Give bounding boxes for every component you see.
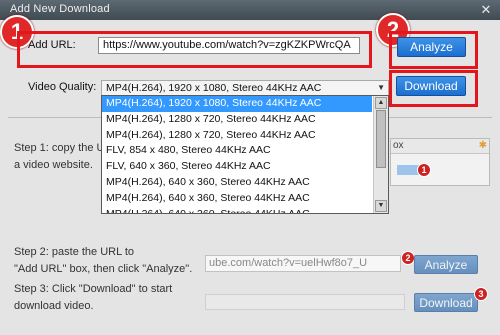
video-quality-dropdown-list[interactable]: MP4(H.264), 1920 x 1080, Stereo 44KHz AA… <box>101 95 389 214</box>
close-icon[interactable]: ✕ <box>478 2 494 17</box>
dropdown-option[interactable]: MP4(H.264), 640 x 360, Stereo 44KHz AAC <box>102 175 372 191</box>
illustration-badge-3: 3 <box>474 287 488 301</box>
title-bar: Add New Download ✕ <box>0 0 500 20</box>
illustration-browser-panel: ox ✱ 1 <box>390 138 490 186</box>
scrollbar-thumb[interactable] <box>376 110 386 168</box>
dropdown-option[interactable]: MP4(H.264), 640 x 360, Stereo 44KHz AAC <box>102 191 372 207</box>
step1-text: Step 1: copy the UR a video website. <box>14 140 112 174</box>
dropdown-option[interactable]: FLV, 640 x 360, Stereo 44KHz AAC <box>102 159 372 175</box>
dropdown-items: MP4(H.264), 1920 x 1080, Stereo 44KHz AA… <box>102 96 388 213</box>
dropdown-option[interactable]: MP4(H.264), 640 x 360, Stereo 44KHz AAC <box>102 207 372 213</box>
chevron-down-icon[interactable]: ▼ <box>377 81 385 95</box>
dropdown-option[interactable]: MP4(H.264), 1920 x 1080, Stereo 44KHz AA… <box>102 96 372 112</box>
dropdown-option[interactable]: FLV, 854 x 480, Stereo 44KHz AAC <box>102 143 372 159</box>
video-quality-selected: MP4(H.264), 1920 x 1080, Stereo 44KHz AA… <box>106 82 322 94</box>
illustration-quality-select <box>205 294 405 310</box>
illustration-panel-header-text: ox <box>393 140 404 151</box>
dropdown-option[interactable]: MP4(H.264), 1280 x 720, Stereo 44KHz AAC <box>102 112 372 128</box>
step2-line1: Step 2: paste the URL to <box>14 246 135 258</box>
add-url-label: Add URL: <box>28 39 76 51</box>
window-title: Add New Download <box>10 3 110 15</box>
url-input[interactable]: https://www.youtube.com/watch?v=zgKZKPWr… <box>98 37 360 54</box>
illustration-badge-1: 1 <box>417 163 431 177</box>
download-button[interactable]: Download <box>396 76 466 96</box>
step2-text: Step 2: paste the URL to "Add URL" box, … <box>14 244 192 278</box>
scroll-up-icon[interactable]: ▲ <box>375 97 387 109</box>
illustration-url-field: ube.com/watch?v=uelHwf8o7_U <box>205 255 401 272</box>
gear-icon: ✱ <box>478 140 487 151</box>
illustration-analyze-button: Analyze <box>414 255 478 274</box>
scroll-down-icon[interactable]: ▼ <box>375 200 387 212</box>
step3-text: Step 3: Click "Download" to start downlo… <box>14 281 172 315</box>
step3-line1: Step 3: Click "Download" to start <box>14 283 173 295</box>
illustration-download-button: Download <box>414 293 478 312</box>
add-download-window: Add New Download ✕ 1 Add URL: https://ww… <box>0 0 500 335</box>
dropdown-option[interactable]: MP4(H.264), 1280 x 720, Stereo 44KHz AAC <box>102 128 372 144</box>
dropdown-scrollbar[interactable]: ▲ ▼ <box>373 96 388 213</box>
step1-line2: a video website. <box>14 159 93 171</box>
step1-line1: Step 1: copy the UR <box>14 142 113 154</box>
illustration-badge-2: 2 <box>401 251 415 265</box>
analyze-button[interactable]: Analyze <box>397 37 466 57</box>
step3-line2: download video. <box>14 300 94 312</box>
video-quality-select[interactable]: MP4(H.264), 1920 x 1080, Stereo 44KHz AA… <box>101 80 389 96</box>
illustration-panel-header: ox ✱ <box>391 139 489 154</box>
video-quality-label: Video Quality: <box>28 81 97 93</box>
step2-line2: "Add URL" box, then click "Analyze". <box>14 263 193 275</box>
